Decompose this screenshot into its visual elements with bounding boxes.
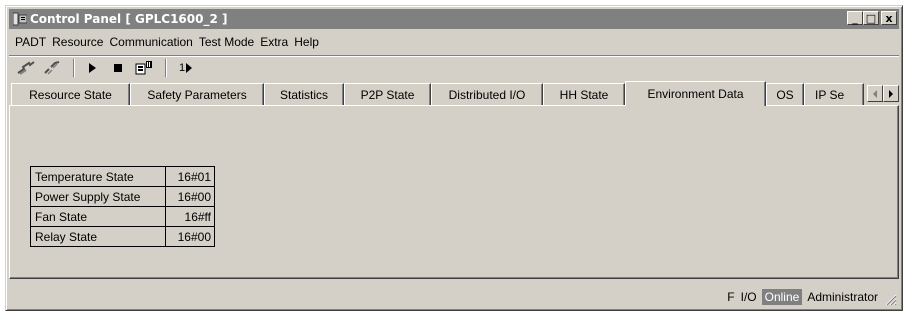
status-f: F [727, 290, 735, 304]
stop-icon [114, 63, 122, 72]
start-button[interactable] [81, 58, 103, 78]
toolbar-separator [73, 58, 75, 77]
tab-scroll-right-button[interactable] [883, 85, 899, 102]
status-cells: F I/O Online Administrator [724, 288, 881, 306]
app-icon [12, 11, 28, 27]
environment-data-panel: Temperature State 16#01 Power Supply Sta… [9, 105, 899, 279]
toolbar-separator [165, 58, 167, 77]
connect-button[interactable] [15, 58, 37, 78]
menu-communication[interactable]: Communication [109, 35, 192, 49]
status-user: Administrator [807, 290, 878, 304]
tab-scroll-left-button[interactable] [867, 85, 883, 102]
disconnect-icon [44, 60, 60, 75]
menu-resource[interactable]: Resource [52, 35, 103, 49]
download-button[interactable] [133, 58, 155, 78]
menu-test-mode[interactable]: Test Mode [199, 35, 254, 49]
power-supply-state-value: 16#00 [165, 186, 215, 207]
toolbar: 1 [9, 55, 899, 79]
window-controls: _ □ x [847, 11, 897, 25]
tab-p2p-state[interactable]: P2P State [344, 83, 431, 105]
close-icon: x [885, 11, 893, 25]
control-panel-window: Control Panel [ GPLC1600_2 ] _ □ x PADT … [5, 5, 903, 311]
window-title: Control Panel [ GPLC1600_2 ] [30, 12, 228, 26]
menu-extra[interactable]: Extra [260, 35, 288, 49]
tab-distributed-io[interactable]: Distributed I/O [431, 83, 543, 105]
table-row: Temperature State 16#01 [30, 166, 215, 187]
start-icon [89, 62, 96, 73]
status-io: I/O [740, 290, 757, 304]
title-bar[interactable]: Control Panel [ GPLC1600_2 ] _ □ x [9, 9, 899, 29]
tab-environment-data[interactable]: Environment Data [625, 81, 766, 106]
single-step-button[interactable]: 1 [173, 58, 199, 78]
maximize-icon: □ [865, 11, 877, 25]
fan-state-label: Fan State [30, 206, 166, 227]
tab-statistics[interactable]: Statistics [264, 83, 344, 105]
tab-safety-parameters[interactable]: Safety Parameters [130, 83, 264, 105]
table-row: Power Supply State 16#00 [30, 186, 215, 207]
temperature-state-label: Temperature State [30, 166, 166, 187]
fan-state-value: 16#ff [165, 206, 215, 227]
power-supply-state-label: Power Supply State [30, 186, 166, 207]
minimize-icon: _ [852, 11, 858, 25]
stop-button[interactable] [107, 58, 129, 78]
temperature-state-value: 16#01 [165, 166, 215, 187]
connect-icon [17, 60, 35, 75]
tab-os[interactable]: OS [766, 83, 804, 105]
download-icon [135, 60, 152, 74]
tab-scroll-buttons [867, 85, 899, 102]
maximize-button[interactable]: □ [863, 11, 879, 25]
environment-data-table: Temperature State 16#01 Power Supply Sta… [30, 166, 215, 247]
status-online: Online [761, 289, 803, 305]
tab-ip-settings[interactable]: IP Se [804, 83, 864, 105]
table-row: Relay State 16#00 [30, 226, 215, 247]
arrow-left-icon [873, 89, 877, 98]
menu-help[interactable]: Help [294, 35, 319, 49]
close-button[interactable]: x [881, 11, 897, 25]
minimize-button[interactable]: _ [847, 11, 863, 25]
disconnect-button[interactable] [41, 58, 63, 78]
tab-hh-state[interactable]: HH State [543, 83, 625, 105]
table-row: Fan State 16#ff [30, 206, 215, 227]
relay-state-label: Relay State [30, 226, 166, 247]
resize-grip-icon[interactable] [885, 294, 897, 306]
arrow-right-icon [889, 89, 893, 98]
tab-strip: Resource State Safety Parameters Statist… [9, 81, 899, 106]
tab-resource-state[interactable]: Resource State [11, 83, 130, 105]
menu-padt[interactable]: PADT [15, 35, 46, 49]
relay-state-value: 16#00 [165, 226, 215, 247]
single-step-icon [186, 62, 193, 73]
menu-bar: PADT Resource Communication Test Mode Ex… [9, 32, 899, 52]
status-bar: F I/O Online Administrator [9, 284, 899, 308]
